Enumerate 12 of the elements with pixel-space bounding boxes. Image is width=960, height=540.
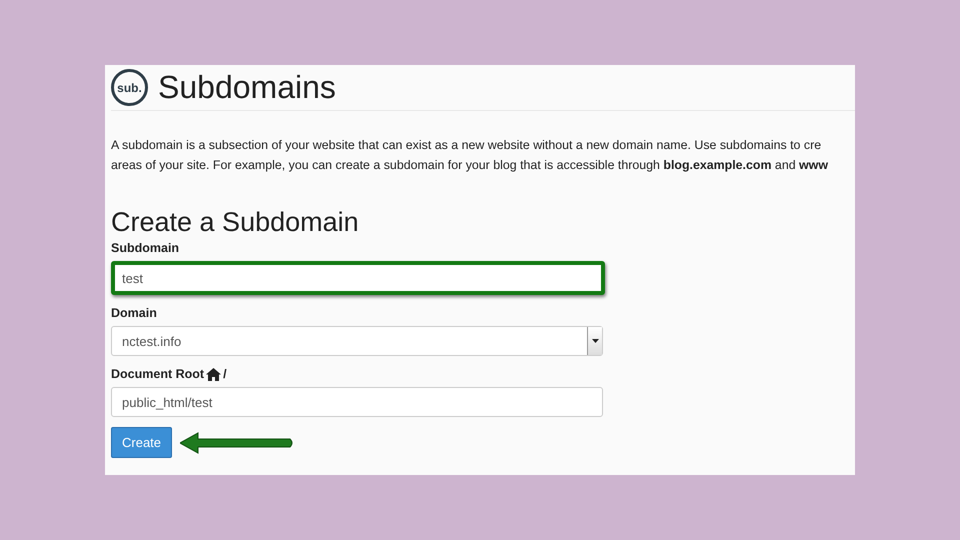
caret-icon <box>592 339 598 343</box>
page-title: Subdomains <box>158 69 336 106</box>
input-field[interactable]: public_html/test <box>111 387 603 417</box>
path-separator: / <box>223 367 227 381</box>
form-heading: Create a Subdomain <box>111 207 360 238</box>
field-label: Document Root <box>111 367 204 381</box>
field-label: Subdomain <box>111 241 180 255</box>
logo: sub. <box>111 69 148 106</box>
field-label: Domain <box>111 306 157 320</box>
description: A subdomain is a subsection of your website that can exist as a new website without a new domain name. Use subdomains to cre areas of your site. For example, you can create a subdomain for your blog that is accessible through blog.example.com and www <box>111 137 829 174</box>
input-field[interactable]: test <box>111 261 605 295</box>
domain-select[interactable]: nctest.info <box>111 326 603 356</box>
